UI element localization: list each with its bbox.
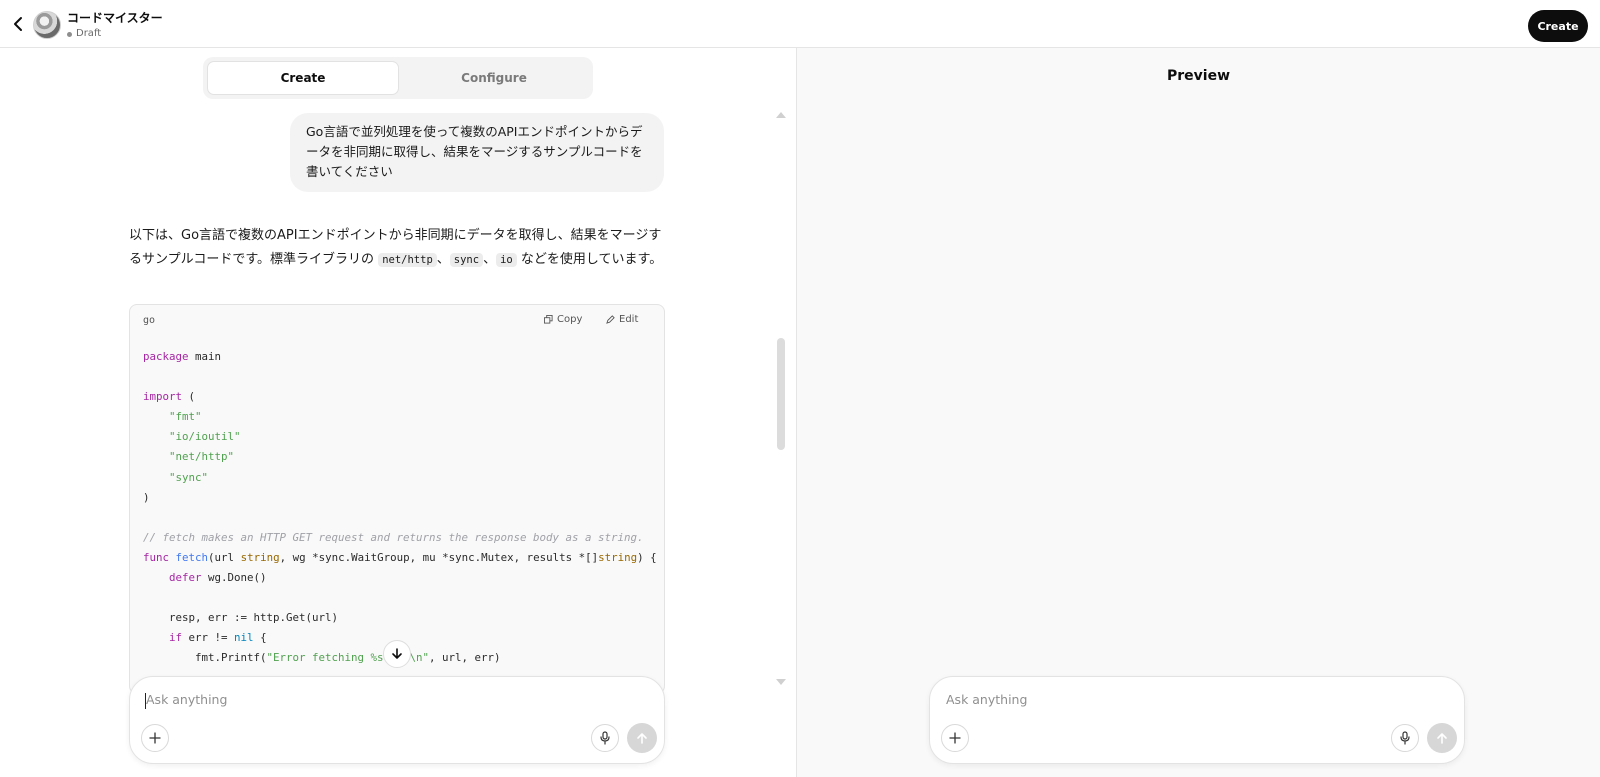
send-button[interactable] (627, 723, 657, 753)
answer-separator: 、 (483, 252, 497, 267)
answer-separator: 、 (436, 252, 450, 267)
assistant-message: 以下は、Go言語で複数のAPIエンドポイントから非同期にデータを取得し、結果をマ… (129, 224, 669, 272)
code-block-header: go Copy Edit (130, 305, 664, 337)
scroll-down-arrow-icon[interactable] (776, 679, 786, 685)
scrollbar-thumb[interactable] (777, 338, 785, 450)
user-message: Go言語で並列処理を使って複数のAPIエンドポイントからデータを非同期に取得し、… (290, 113, 664, 192)
builder-message-input[interactable]: Ask anything (146, 692, 227, 707)
plus-icon (149, 732, 161, 744)
gpt-avatar (33, 11, 61, 39)
top-bar: コードマイスター Draft Create (0, 0, 1600, 48)
preview-message-input[interactable]: Ask anything (946, 692, 1027, 707)
builder-tabs: Create Configure (203, 57, 593, 99)
microphone-icon (1400, 731, 1410, 745)
preview-pane: Preview Ask anything (797, 48, 1600, 777)
builder-composer: Ask anything (129, 676, 665, 764)
gpt-title: コードマイスター (67, 11, 163, 25)
code-content: package main import ( "fmt" "io/ioutil" … (143, 350, 657, 665)
tab-configure[interactable]: Configure (399, 61, 589, 95)
preview-title: Preview (1166, 68, 1230, 84)
create-button[interactable]: Create (1528, 10, 1588, 42)
edit-label: Edit (619, 314, 639, 325)
chevron-left-icon (14, 17, 22, 31)
preview-attach-button[interactable] (941, 724, 969, 752)
preview-composer: Ask anything (929, 676, 1465, 764)
attach-button[interactable] (141, 724, 169, 752)
inline-code-sync: sync (449, 253, 484, 267)
tab-create[interactable]: Create (207, 61, 399, 95)
plus-icon (949, 732, 961, 744)
draft-label: Draft (76, 28, 102, 39)
arrow-down-icon (392, 648, 402, 659)
edit-code-button[interactable]: Edit (606, 314, 638, 325)
builder-pane: Create Configure Go言語で並列処理を使って複数のAPIエンドポ… (0, 48, 797, 777)
code-language: go (143, 315, 156, 326)
preview-send-button[interactable] (1427, 723, 1457, 753)
back-button[interactable] (8, 14, 28, 34)
voice-input-button[interactable] (591, 724, 619, 752)
scroll-to-bottom-button[interactable] (383, 640, 411, 668)
arrow-up-icon (1437, 733, 1447, 744)
pencil-icon (606, 315, 615, 324)
preview-voice-input-button[interactable] (1391, 724, 1419, 752)
draft-status: Draft (67, 28, 101, 40)
microphone-icon (600, 731, 610, 745)
code-block: go Copy Edit package main import ( "fmt"… (129, 304, 665, 694)
copy-label: Copy (557, 314, 583, 325)
copy-code-button[interactable]: Copy (544, 314, 582, 325)
copy-icon (544, 315, 553, 324)
status-dot-icon (67, 31, 72, 37)
inline-code-net-http: net/http (378, 253, 437, 267)
inline-code-io: io (496, 253, 517, 267)
arrow-up-icon (637, 733, 647, 744)
answer-text-end: などを使用しています。 (516, 252, 663, 267)
scroll-up-arrow-icon[interactable] (776, 112, 786, 118)
